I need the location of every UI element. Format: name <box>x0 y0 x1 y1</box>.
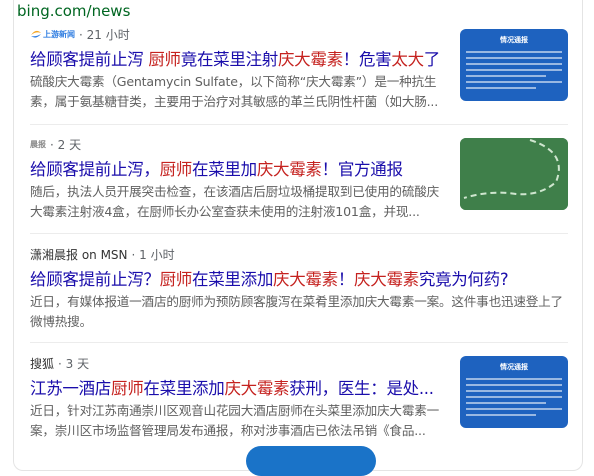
result-time: · 1 小时 <box>131 247 175 262</box>
title-highlight: 庆大霉素 <box>277 50 343 69</box>
title-text: 了 <box>423 50 441 69</box>
result-time: · 21 小时 <box>79 27 130 42</box>
title-text: ！危害 <box>342 50 392 69</box>
result-title[interactable]: 给顾客提前止泻，厨师在菜里加庆大霉素！官方通报 <box>30 159 450 181</box>
result-snippet: 近日，针对江苏南通崇川区观音山花园大酒店厨师在头菜里添加庆大霉素一案，崇川区市场… <box>30 403 439 438</box>
title-highlight: 厨师 <box>159 160 193 179</box>
result-title[interactable]: 给顾客提前止泻 厨师竟在菜里注射庆大霉素！危害太大了 <box>30 49 450 71</box>
title-text: 给顾客提前止泻？ <box>30 270 160 289</box>
source-name[interactable]: 搜狐 <box>30 355 54 372</box>
result-snippet: 随后，执法人员开展突击检查，在该酒店后厨垃圾桶提取到已使用的硫酸庆大霉素注射液4… <box>30 184 439 219</box>
source-name[interactable]: 潇湘晨报 on MSN <box>30 246 128 263</box>
title-text: 江苏一酒店 <box>30 379 112 398</box>
title-highlight: 庆大霉素 <box>256 160 322 179</box>
title-highlight: 庆大霉素 <box>224 379 290 398</box>
source-logo: 上游新闻 <box>30 28 75 40</box>
title-text: 在菜里添加 <box>143 379 225 398</box>
title-text: 竟在菜里注射 <box>180 50 279 69</box>
title-text: 究竟为何药? <box>418 270 509 289</box>
result-time: · 3 天 <box>58 356 90 371</box>
title-highlight: 太大 <box>391 50 424 69</box>
divider <box>30 233 568 234</box>
title-highlight: 厨师 <box>111 379 144 398</box>
result-snippet: 近日，有媒体报道一酒店的厨师为预防顾客腹泻在菜肴里添加庆大霉素一案。这件事也迅速… <box>30 294 563 329</box>
title-text: ！ <box>337 270 355 289</box>
result-thumbnail[interactable]: 情况通报 <box>460 356 568 428</box>
title-highlight: 庆大霉素 <box>354 270 419 289</box>
title-text: ！官方通报 <box>321 160 403 179</box>
source-line: 晨报 · 2 天 <box>30 136 81 152</box>
source-line: 潇湘晨报 on MSN · 1 小时 <box>30 246 175 262</box>
title-text: 在菜里加 <box>192 160 257 179</box>
title-text: 在菜里添加 <box>192 270 274 289</box>
title-highlight: 庆大霉素 <box>273 270 338 289</box>
source-line: 搜狐 · 3 天 <box>30 355 89 371</box>
title-highlight: 厨师 <box>159 270 193 289</box>
thumbnail-image <box>460 138 568 210</box>
see-more-button[interactable] <box>246 446 376 476</box>
thumbnail-title: 情况通报 <box>500 36 528 44</box>
title-text: 给顾客提前止泻 <box>30 50 149 69</box>
result-title[interactable]: 江苏一酒店厨师在菜里添加庆大霉素获刑，医生：是处... <box>30 378 450 400</box>
result-title[interactable]: 给顾客提前止泻？厨师在菜里添加庆大霉素！庆大霉素究竟为何药? <box>30 269 570 291</box>
title-highlight: 厨师 <box>148 50 181 69</box>
thumbnail-title: 情况通报 <box>500 363 528 371</box>
swirl-icon <box>31 30 41 38</box>
result-thumbnail[interactable] <box>460 138 568 210</box>
result-snippet: 硫酸庆大霉素（Gentamycin Sulfate，以下简称“庆大霉素”）是一种… <box>30 74 439 109</box>
source-logo: 晨报 <box>30 139 46 149</box>
title-text: 给顾客提前止泻， <box>30 160 160 179</box>
title-text: 获刑，医生：是处... <box>289 379 434 398</box>
site-url[interactable]: bing.com/news <box>17 2 130 20</box>
divider <box>30 342 568 343</box>
source-line: 上游新闻 · 21 小时 <box>30 26 130 42</box>
result-thumbnail[interactable]: 情况通报 <box>460 29 568 101</box>
divider <box>30 124 568 125</box>
result-time: · 2 天 <box>50 137 82 152</box>
